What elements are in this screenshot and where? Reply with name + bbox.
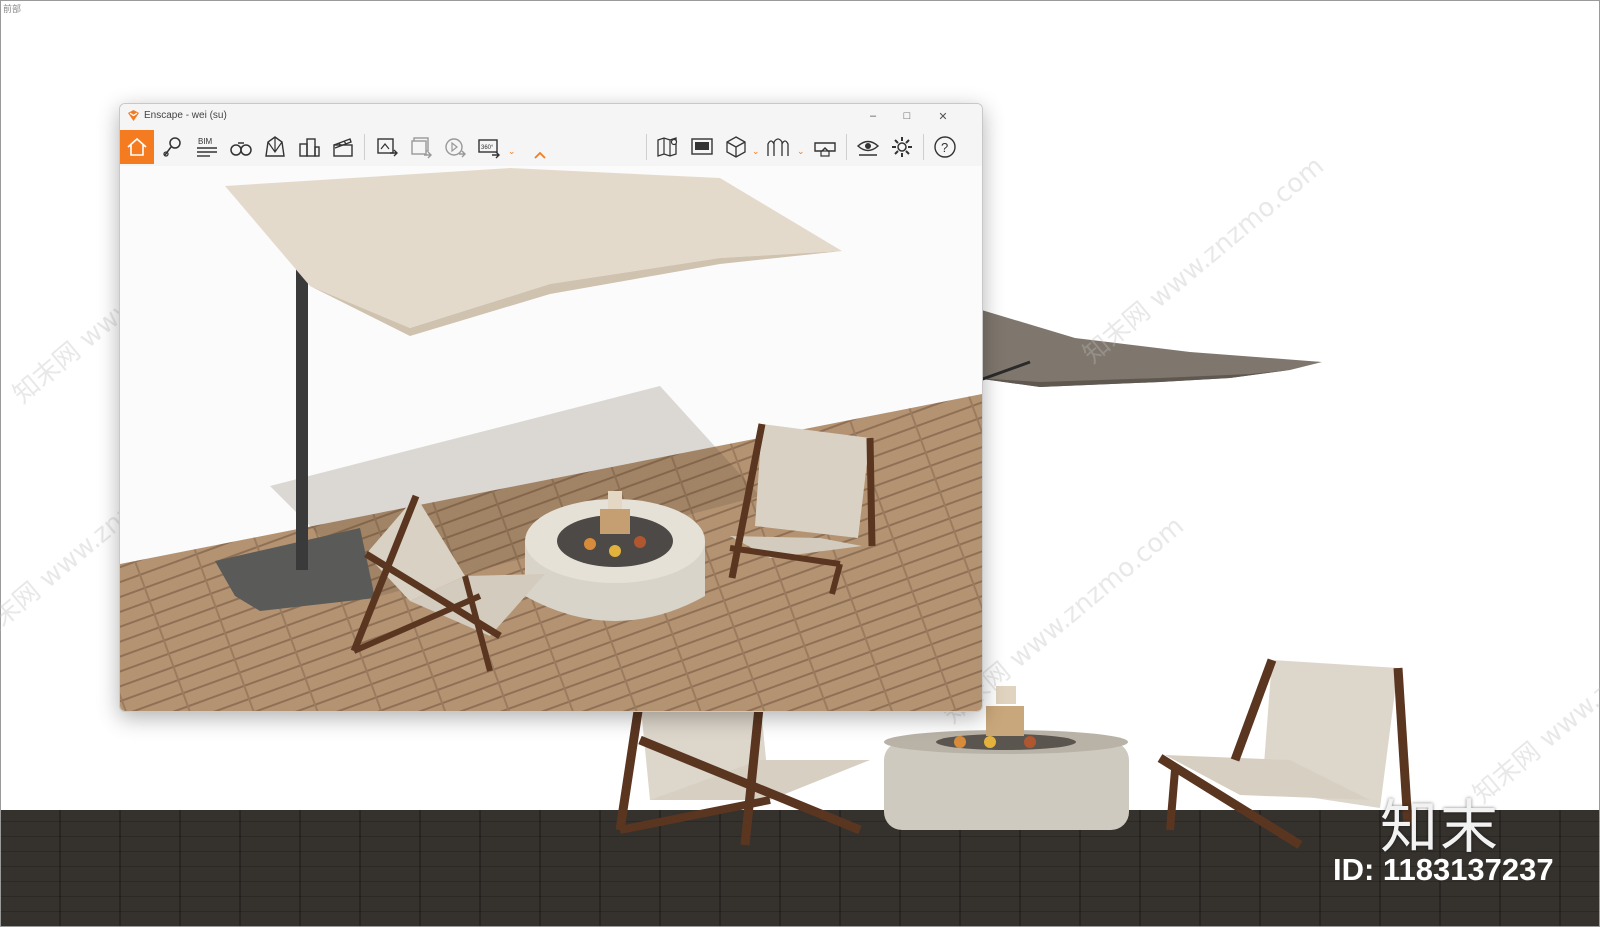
materials-dropdown-chevron-icon[interactable]: ⌄ — [797, 146, 805, 157]
background-umbrella — [965, 297, 1322, 402]
screenshot-icon — [377, 138, 398, 157]
minimize-button[interactable]: – — [858, 106, 888, 126]
panorama-icon: 360° — [478, 139, 500, 159]
settings-icon — [892, 137, 912, 157]
render-viewport[interactable] — [120, 166, 982, 711]
batch-render-icon — [411, 137, 432, 159]
arches-icon — [767, 138, 789, 156]
title-bar[interactable]: Enscape - wei (su) – □ ✕ — [120, 104, 982, 128]
vr-button[interactable] — [808, 130, 842, 164]
buildings-button[interactable] — [292, 130, 326, 164]
umbrella-canopy — [225, 168, 842, 328]
maximize-button[interactable]: □ — [892, 106, 922, 126]
batch-render-button[interactable] — [404, 130, 438, 164]
panorama-dropdown-chevron-icon[interactable]: ⌄ — [508, 146, 516, 157]
video-editor-button[interactable] — [326, 130, 360, 164]
settings-button[interactable] — [885, 130, 919, 164]
window-title: Enscape - wei (su) — [144, 110, 227, 121]
screenshot-button[interactable] — [370, 130, 404, 164]
toolbar-separator — [923, 134, 924, 160]
enscape-toolbar: BIM 360° ⌄ ⌄ ⌄ ? — [120, 128, 982, 167]
bim-icon: BIM — [197, 137, 217, 157]
panorama-button[interactable]: 360° — [472, 130, 506, 164]
vr-headset-icon — [814, 142, 836, 157]
buildings-icon — [299, 138, 320, 157]
video-export-button[interactable] — [438, 130, 472, 164]
navigation-button[interactable] — [224, 130, 258, 164]
asset-library-button[interactable] — [719, 130, 753, 164]
enscape-window: Enscape - wei (su) – □ ✕ BIM 360° ⌄ ⌄ ⌄ … — [119, 103, 983, 712]
background-chair-right — [1157, 658, 1413, 849]
pin-icon — [163, 137, 181, 157]
map-icon — [657, 137, 678, 157]
monitor-icon — [691, 138, 713, 155]
bim-button[interactable]: BIM — [190, 130, 224, 164]
svg-text:360°: 360° — [481, 145, 494, 151]
help-icon: ? — [934, 136, 956, 158]
svg-text:?: ? — [941, 140, 948, 155]
materials-button[interactable] — [761, 130, 795, 164]
close-button[interactable]: ✕ — [928, 106, 958, 126]
visual-settings-button[interactable] — [851, 130, 885, 164]
perspective-icon — [265, 136, 285, 157]
rendered-scene — [120, 168, 982, 711]
collapse-toolbar-chevron-icon[interactable] — [533, 150, 547, 160]
background-chair-left — [615, 697, 870, 846]
enscape-logo-icon — [128, 110, 139, 121]
toolbar-separator — [646, 134, 647, 160]
home-icon — [127, 137, 147, 156]
toolbar-separator — [364, 134, 365, 160]
binoculars-icon — [230, 142, 252, 156]
eye-icon — [856, 140, 880, 156]
clapperboard-icon — [333, 138, 353, 157]
help-button[interactable]: ? — [928, 130, 962, 164]
svg-text:BIM: BIM — [198, 137, 213, 146]
toolbar-separator — [846, 134, 847, 160]
video-icon — [445, 138, 466, 158]
cube-icon — [726, 136, 746, 158]
monitor-button[interactable] — [685, 130, 719, 164]
map-button[interactable] — [651, 130, 685, 164]
perspective-button[interactable] — [258, 130, 292, 164]
asset-id-label: ID: 1183137237 — [1333, 852, 1554, 887]
views-button[interactable] — [156, 130, 190, 164]
home-button[interactable] — [120, 130, 154, 164]
asset-dropdown-chevron-icon[interactable]: ⌄ — [752, 146, 760, 157]
